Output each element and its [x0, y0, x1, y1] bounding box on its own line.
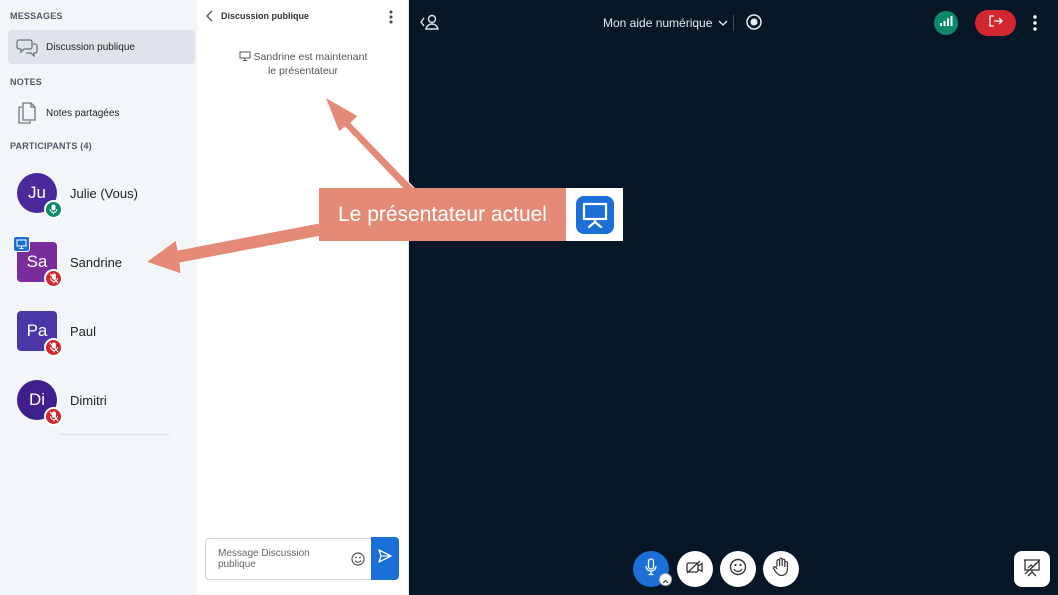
chevron-up-icon — [662, 571, 669, 589]
session-title[interactable]: Mon aide numérique — [603, 16, 728, 30]
presenter-callout: Le présentateur actuel — [319, 188, 566, 241]
participant-name: Sandrine — [70, 255, 123, 270]
participant-sandrine[interactable]: Sa Sandrine — [10, 236, 190, 302]
divider — [733, 15, 734, 31]
sidebar: MESSAGES Discussion publique NOTES Notes… — [0, 0, 197, 595]
audio-options-button[interactable] — [659, 573, 672, 586]
mic-muted-icon — [44, 407, 63, 426]
system-message: Sandrine est maintenant le présentateur — [217, 50, 389, 78]
chat-panel: Discussion publique Sandrine est mainten… — [197, 0, 409, 595]
system-message-text: le présentateur — [267, 65, 339, 77]
chevron-down-icon — [718, 16, 728, 30]
sidebar-item-label: Notes partagées — [46, 107, 120, 119]
more-vertical-icon[interactable] — [385, 9, 397, 25]
mic-on-icon — [44, 200, 63, 219]
sidebar-item-label: Discussion publique — [46, 41, 135, 53]
presentation-icon — [239, 51, 254, 63]
exit-icon — [988, 14, 1003, 32]
notes-section-title: NOTES — [10, 77, 43, 87]
sidebar-item-shared-notes[interactable]: Notes partagées — [8, 96, 195, 130]
leave-meeting-button[interactable] — [975, 10, 1016, 36]
connection-status-button[interactable] — [934, 11, 958, 35]
chat-bubbles-icon — [14, 34, 40, 60]
presenter-icon — [575, 195, 614, 234]
more-vertical-icon[interactable] — [1029, 13, 1041, 33]
system-message-line: Sandrine est maintenant — [217, 50, 389, 64]
system-message-text: Sandrine est maintenant — [253, 51, 368, 63]
reactions-button[interactable] — [720, 551, 756, 587]
participants-section-title: PARTICIPANTS (4) — [10, 141, 92, 151]
raise-hand-button[interactable] — [763, 551, 799, 587]
participant-name: Julie (Vous) — [70, 186, 138, 201]
participant-name: Dimitri — [70, 393, 107, 408]
emoji-icon[interactable] — [350, 551, 366, 567]
session-title-text: Mon aide numérique — [603, 16, 713, 30]
main-presentation-area: Mon aide numérique — [409, 0, 1058, 595]
chevron-left-icon[interactable] — [204, 9, 216, 23]
camera-button[interactable] — [677, 551, 713, 587]
sidebar-item-public-chat[interactable]: Discussion publique — [8, 30, 195, 64]
callout-icon-box — [566, 188, 623, 241]
record-icon[interactable] — [745, 13, 763, 31]
divider — [60, 434, 170, 435]
participant-paul[interactable]: Pa Paul — [10, 311, 190, 371]
message-input-placeholder: Message Discussion publique — [218, 548, 310, 570]
callout-text: Le présentateur actuel — [338, 202, 547, 226]
message-input[interactable]: Message Discussion publique — [205, 538, 372, 580]
camera-off-icon — [685, 559, 705, 580]
smile-icon — [728, 557, 748, 582]
messages-section-title: MESSAGES — [10, 11, 63, 21]
hand-icon — [772, 557, 790, 582]
send-icon — [378, 549, 392, 568]
participant-dimitri[interactable]: Di Dimitri — [10, 380, 190, 440]
participant-julie[interactable]: Ju Julie (Vous) — [10, 173, 190, 233]
participant-name: Paul — [70, 324, 97, 339]
signal-bars-icon — [939, 14, 953, 32]
mic-muted-icon — [44, 338, 63, 357]
microphone-icon — [644, 557, 658, 581]
presentation-icon — [1022, 557, 1042, 582]
chat-title[interactable]: Discussion publique — [221, 11, 309, 21]
chat-header: Discussion publique — [197, 0, 409, 32]
presentation-button[interactable] — [1014, 551, 1050, 587]
document-icon — [14, 100, 40, 126]
mic-muted-icon — [44, 269, 63, 288]
send-button[interactable] — [371, 537, 399, 580]
presenter-icon — [13, 236, 30, 252]
user-list-toggle-icon[interactable] — [419, 12, 441, 32]
